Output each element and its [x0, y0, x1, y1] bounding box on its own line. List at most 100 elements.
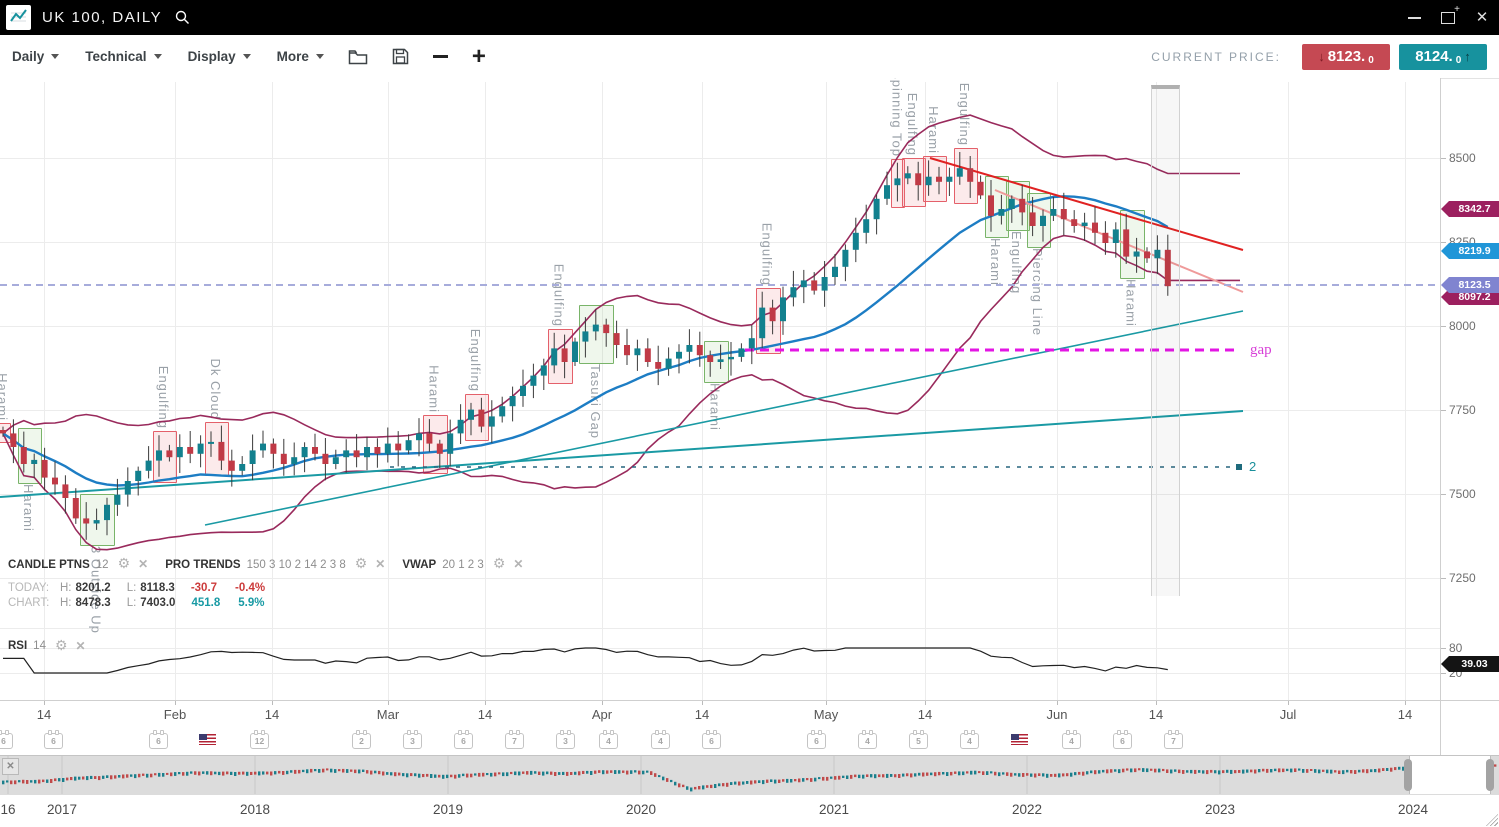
current-price-label: CURRENT PRICE:: [1151, 50, 1281, 64]
time-axis-label: Jul: [1280, 707, 1297, 722]
gear-icon[interactable]: ⚙: [493, 555, 506, 571]
calendar-event-icon[interactable]: 7: [505, 733, 524, 749]
close-icon[interactable]: ✕: [375, 557, 385, 571]
axis-tick: [1441, 242, 1446, 243]
calendar-event-icon[interactable]: 7: [1164, 733, 1183, 749]
axis-tick: [1441, 578, 1446, 579]
price-axis[interactable]: 8500825080007750750072508020: [1440, 78, 1499, 755]
zoom-in-button[interactable]: +: [472, 47, 486, 67]
trend-line-0: [0, 411, 1243, 497]
calendar-event-icon[interactable]: 6: [702, 733, 721, 749]
calendar-event-icon[interactable]: 3: [556, 733, 575, 749]
calendar-event-icon[interactable]: 4: [858, 733, 877, 749]
axis-tick: [175, 701, 176, 705]
candlestick-series: [0, 152, 1171, 540]
close-icon[interactable]: ✕: [513, 557, 523, 571]
level-marker-square: [1236, 464, 1242, 470]
overview-selection-window[interactable]: [1409, 756, 1491, 794]
axis-tick: [1405, 701, 1406, 705]
overview-close-button[interactable]: ✕: [2, 758, 19, 775]
candle-ptns-params: 12: [96, 559, 109, 571]
calendar-event-icon[interactable]: 6: [149, 733, 168, 749]
today-high-value: 8201.2: [76, 581, 111, 596]
menu-daily-label: Daily: [12, 49, 44, 64]
selection-left-handle[interactable]: [1404, 759, 1412, 791]
price-axis-label: 7500: [1449, 487, 1476, 501]
close-icon[interactable]: ✕: [138, 557, 148, 571]
calendar-event-icon[interactable]: 2: [352, 733, 371, 749]
year-label: 2021: [819, 802, 849, 817]
time-axis-label: 14: [1398, 707, 1412, 722]
search-icon[interactable]: [175, 10, 190, 25]
gear-icon[interactable]: ⚙: [118, 555, 131, 571]
menu-daily[interactable]: Daily: [12, 49, 59, 64]
arrow-up-icon: ↑: [1464, 49, 1471, 64]
candle-ptns-label: CANDLE PTNS: [8, 559, 90, 571]
rsi-line: [3, 648, 1168, 673]
popout-button[interactable]: [1431, 0, 1465, 35]
pro-trends-label: PRO TRENDS: [165, 559, 240, 571]
time-axis-label: 14: [695, 707, 709, 722]
calendar-event-icon[interactable]: 3: [403, 733, 422, 749]
us-flag-icon[interactable]: [1011, 734, 1028, 745]
calendar-event-icon[interactable]: 4: [651, 733, 670, 749]
pro-trends-params: 150 3 10 2 14 2 3 8: [247, 559, 346, 571]
menu-more[interactable]: More: [277, 49, 324, 64]
today-high-key: H:: [60, 581, 72, 596]
time-axis-label: 14: [478, 707, 492, 722]
chart-overview-bar[interactable]: ✕: [0, 755, 1499, 797]
time-axis-label: Apr: [592, 707, 612, 722]
zoom-out-button[interactable]: [433, 55, 448, 58]
axis-tick: [388, 701, 389, 705]
selection-right-handle[interactable]: [1486, 759, 1494, 791]
us-flag-icon[interactable]: [199, 734, 216, 745]
sell-price-button[interactable]: ↓ 8123. 0: [1302, 44, 1390, 70]
sell-price-value: 8123.: [1328, 48, 1366, 65]
calendar-event-icon[interactable]: 6: [44, 733, 63, 749]
calendar-event-icon[interactable]: 12: [250, 733, 269, 749]
menu-display[interactable]: Display: [188, 49, 251, 64]
chart-canvas[interactable]: gap 2 CANDLE PTNS12⚙✕ PRO TRENDS150 3 10…: [0, 78, 1440, 700]
calendar-event-icon[interactable]: 5: [909, 733, 928, 749]
time-axis-label: 14: [1149, 707, 1163, 722]
buy-price-button[interactable]: 8124. 0 ↑: [1399, 44, 1487, 70]
today-change-pct: -0.4%: [235, 581, 265, 596]
today-label: TODAY:: [8, 581, 60, 596]
time-axis[interactable]: 14Feb14Mar14Apr14May14Jun14Jul14: [0, 700, 1499, 729]
time-axis-label: May: [814, 707, 839, 722]
rsi-value-tag: 39.03: [1441, 656, 1499, 672]
price-axis-label: 8500: [1449, 151, 1476, 165]
chart-label: CHART:: [8, 596, 60, 611]
calendar-event-icon[interactable]: 6: [1113, 733, 1132, 749]
bollinger-upper-band: [3, 115, 1240, 438]
indicator-legend: CANDLE PTNS 12 ⚙ ✕ PRO TRENDS 150 3 10 2 14 …: [8, 555, 523, 572]
gear-icon[interactable]: ⚙: [55, 637, 68, 654]
menu-technical[interactable]: Technical: [85, 49, 161, 64]
highlight-column: [1151, 85, 1180, 596]
axis-tick: [1441, 648, 1446, 649]
axis-tick: [826, 701, 827, 705]
gear-icon[interactable]: ⚙: [355, 555, 368, 571]
calendar-event-icon[interactable]: 4: [1062, 733, 1081, 749]
today-low-value: 8118.3: [140, 581, 175, 596]
open-folder-icon[interactable]: [348, 49, 368, 65]
save-icon[interactable]: [392, 48, 409, 65]
rsi-params: 14: [33, 640, 46, 652]
title-bar: UK 100, DAILY ✕: [0, 0, 1499, 35]
calendar-event-icon[interactable]: 6: [0, 733, 13, 749]
calendar-event-icon[interactable]: 4: [599, 733, 618, 749]
calendar-event-icon[interactable]: 4: [960, 733, 979, 749]
calendar-event-icon[interactable]: 6: [454, 733, 473, 749]
price-tag: 8219.9: [1441, 243, 1499, 259]
minimize-button[interactable]: [1397, 0, 1431, 35]
trend-line-1: [205, 311, 1243, 525]
close-button[interactable]: ✕: [1465, 0, 1499, 35]
axis-tick: [1441, 326, 1446, 327]
bollinger-lower-band: [3, 236, 1240, 550]
year-label: 2017: [47, 802, 77, 817]
chart-low-key: L:: [127, 596, 137, 611]
close-icon[interactable]: ✕: [76, 639, 86, 653]
axis-tick: [702, 701, 703, 705]
calendar-event-icon[interactable]: 6: [807, 733, 826, 749]
chart-high-key: H:: [60, 596, 72, 611]
